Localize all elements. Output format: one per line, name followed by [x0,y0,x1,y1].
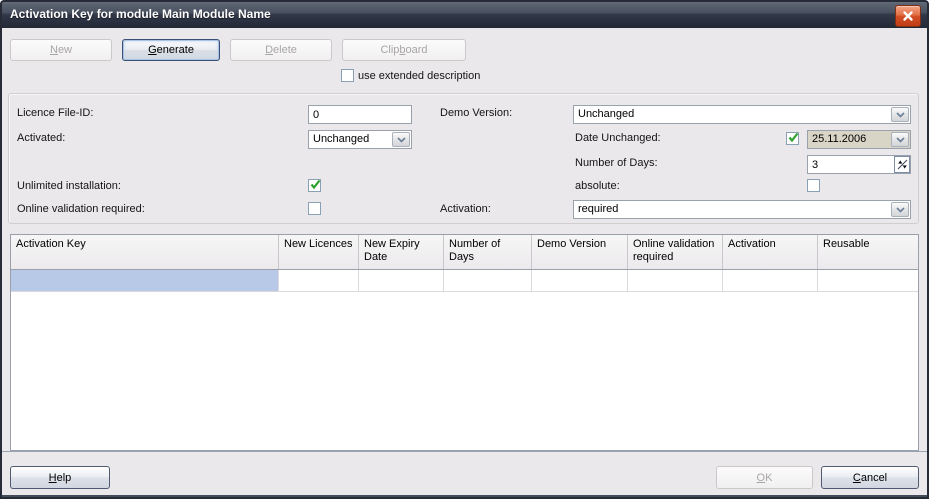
number-of-days-spinner[interactable] [894,156,910,173]
new-button[interactable]: New [10,39,112,61]
demo-version-value: Unchanged [578,108,634,120]
online-validation-required-checkbox[interactable] [308,202,321,215]
generate-button[interactable]: Generate [122,39,220,61]
check-icon [787,131,800,144]
activated-select[interactable]: Unchanged [308,130,412,149]
activation-dropdown-button[interactable] [891,202,909,217]
chevron-down-icon [896,207,905,213]
use-extended-description-label: use extended description [358,70,480,82]
absolute-label: absolute: [575,180,620,192]
button-label: N [50,44,58,56]
clipboard-button[interactable]: Clipboard [342,39,466,61]
column-header-online-validation-required[interactable]: Online validation required [628,235,723,269]
button-label: D [265,44,273,56]
demo-version-label: Demo Version: [440,107,512,119]
button-label: Clip [380,44,399,56]
check-icon [309,178,322,191]
cancel-button[interactable]: Cancel [821,466,919,489]
window-title: Activation Key for module Main Module Na… [10,7,271,21]
demo-version-select[interactable]: Unchanged [573,105,911,124]
table-cell[interactable] [444,270,532,291]
licence-file-id-input[interactable] [308,105,412,124]
table-cell[interactable] [723,270,818,291]
date-unchanged-value: 25.11.2006 [812,133,866,145]
close-icon [902,10,914,22]
button-label: oard [406,44,428,56]
button-label: elete [273,44,297,56]
table-header-row: Activation Key New Licences New Expiry D… [11,235,918,270]
date-unchanged-label: Date Unchanged: [575,132,661,144]
chevron-down-icon [896,137,905,143]
online-validation-required-label: Online validation required: [17,203,145,215]
date-dropdown-button[interactable] [891,132,909,147]
table-cell[interactable] [359,270,444,291]
button-label: enerate [157,44,194,56]
absolute-checkbox[interactable] [807,179,820,192]
date-unchanged-checkbox[interactable] [786,132,799,145]
button-label: H [49,472,57,484]
button-label: C [853,472,861,484]
column-header-new-licences[interactable]: New Licences [279,235,359,269]
table-cell[interactable] [532,270,628,291]
titlebar[interactable]: Activation Key for module Main Module Na… [0,0,929,28]
button-label: ew [58,44,72,56]
date-unchanged-select[interactable]: 25.11.2006 [807,130,911,149]
column-header-demo-version[interactable]: Demo Version [532,235,628,269]
table-cell[interactable] [818,270,918,291]
unlimited-installation-label: Unlimited installation: [17,180,121,192]
chevron-down-icon [896,112,905,118]
number-of-days-label: Number of Days: [575,157,658,169]
button-label: K [765,472,772,484]
button-label: G [148,44,157,56]
use-extended-description-checkbox[interactable] [341,69,354,82]
activated-dropdown-button[interactable] [392,132,410,147]
column-header-activation[interactable]: Activation [723,235,818,269]
activated-label: Activated: [17,132,65,144]
button-label: O [757,472,766,484]
activation-label: Activation: [440,203,491,215]
up-down-spinner-icon [897,159,908,170]
table-cell[interactable] [279,270,359,291]
ok-button[interactable]: OK [716,466,813,489]
table-cell[interactable] [628,270,723,291]
table-cell-selected[interactable] [11,270,279,291]
table-row[interactable] [11,270,918,292]
button-label: elp [57,472,72,484]
activated-value: Unchanged [313,133,369,145]
activation-key-dialog: Activation Key for module Main Module Na… [0,0,929,499]
column-header-activation-key[interactable]: Activation Key [11,235,279,269]
help-button[interactable]: Help [10,466,110,489]
column-header-new-expiry-date[interactable]: New Expiry Date [359,235,444,269]
demo-version-dropdown-button[interactable] [891,107,909,122]
unlimited-installation-checkbox[interactable] [308,179,321,192]
licence-file-id-label: Licence File-ID: [17,107,93,119]
column-header-reusable[interactable]: Reusable [818,235,918,269]
activation-select[interactable]: required [573,200,911,219]
delete-button[interactable]: Delete [230,39,332,61]
footer-divider [2,451,927,452]
chevron-down-icon [397,137,406,143]
activation-key-table: Activation Key New Licences New Expiry D… [10,234,919,451]
close-button[interactable] [895,5,921,27]
button-label: ancel [861,472,887,484]
activation-value: required [578,203,618,215]
column-header-number-of-days[interactable]: Number of Days [444,235,532,269]
